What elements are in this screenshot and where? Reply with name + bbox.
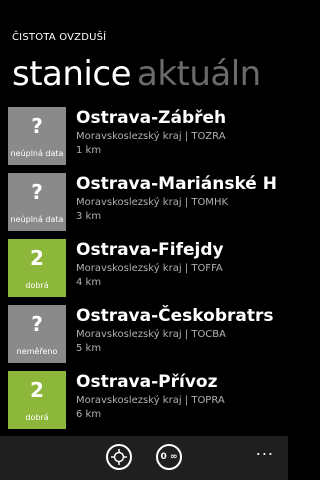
station-name: Ostrava-Mariánské H	[76, 174, 277, 194]
station-distance: 3 km	[76, 211, 102, 222]
station-distance: 4 km	[76, 277, 102, 288]
quality-label: dobrá	[25, 413, 49, 422]
station-distance: 1 km	[76, 145, 102, 156]
station-region: Moravskoslezský kraj | TOCBA	[76, 329, 226, 340]
app-title: ČISTOTA OVZDUŠÍ	[12, 32, 107, 43]
quality-tile: 2 dobrá	[8, 239, 66, 297]
quality-index: ?	[31, 312, 43, 336]
quality-label: neúplná data	[10, 215, 64, 224]
station-region: Moravskoslezský kraj | TOPRA	[76, 395, 225, 406]
station-distance: 5 km	[76, 343, 102, 354]
pivot-tab-aktualni[interactable]: aktuáln	[137, 52, 261, 96]
station-list: ? neúplná data Ostrava-Zábřeh Moravskosl…	[0, 103, 288, 433]
station-distance: 6 km	[76, 409, 102, 420]
quality-index: 2	[30, 246, 44, 270]
station-row[interactable]: ? neměřeno Ostrava-Českobratrs Moravskos…	[0, 301, 288, 363]
station-row[interactable]: 2 dobrá Ostrava-Přívoz Moravskoslezský k…	[0, 367, 288, 429]
station-region: Moravskoslezský kraj | TOFFA	[76, 263, 223, 274]
quality-label: dobrá	[25, 281, 49, 290]
pivot-tab-stanice[interactable]: stanice	[12, 52, 132, 96]
pivot-header: stanice aktuáln	[0, 52, 288, 96]
quality-tile: ? neměřeno	[8, 305, 66, 363]
station-row[interactable]: ? neúplná data Ostrava-Mariánské H Morav…	[0, 169, 288, 231]
quality-tile: ? neúplná data	[8, 173, 66, 231]
quality-label: neměřeno	[16, 347, 58, 356]
station-row[interactable]: 2 dobrá Ostrava-Fifejdy Moravskoslezský …	[0, 235, 288, 297]
quality-label: neúplná data	[10, 149, 64, 158]
locate-button[interactable]	[106, 444, 132, 470]
quality-tile: ? neúplná data	[8, 107, 66, 165]
order-button[interactable]: 0 ∞	[156, 444, 182, 470]
station-name: Ostrava-Přívoz	[76, 372, 218, 392]
more-button[interactable]: ...	[256, 440, 274, 459]
station-name: Ostrava-Českobratrs	[76, 306, 274, 326]
quality-tile: 2 dobrá	[8, 371, 66, 429]
station-row[interactable]: ? neúplná data Ostrava-Zábřeh Moravskosl…	[0, 103, 288, 165]
station-name: Ostrava-Zábřeh	[76, 108, 227, 128]
quality-index: ?	[31, 114, 43, 138]
station-name: Ostrava-Fifejdy	[76, 240, 224, 260]
quality-index: ?	[31, 180, 43, 204]
station-region: Moravskoslezský kraj | TOMHK	[76, 197, 229, 208]
locate-icon	[111, 449, 127, 465]
order-icon: 0 ∞	[160, 452, 178, 462]
quality-index: 2	[30, 378, 44, 402]
station-region: Moravskoslezský kraj | TOZRA	[76, 131, 226, 142]
app-bar: 0 ∞ ...	[0, 436, 288, 480]
